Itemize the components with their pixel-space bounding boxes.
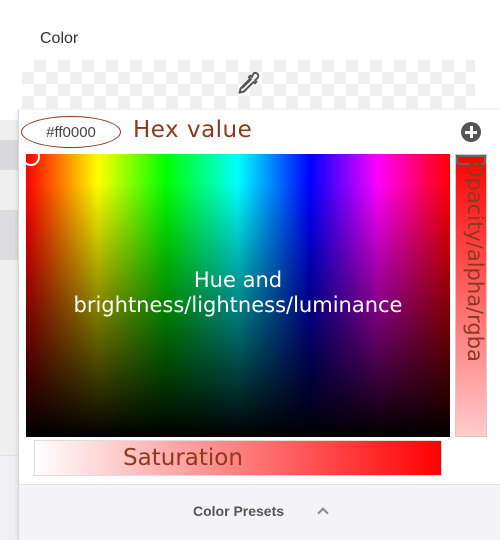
chevron-up-icon	[317, 507, 329, 519]
opacity-slider[interactable]: Opacity/alpha/rgba	[455, 154, 487, 437]
color-field-label: Color	[40, 30, 79, 47]
color-presets-label: Color Presets	[193, 503, 285, 519]
hue-annotation: Hue and brightness/lightness/luminance	[26, 268, 450, 318]
hue-annotation-line1: Hue and	[193, 268, 283, 292]
opacity-annotation: Opacity/alpha/rgba	[463, 161, 487, 362]
eyedropper-icon[interactable]	[234, 70, 262, 98]
color-picker-popup: #ff0000 Hex value Hue and brightness/lig…	[18, 110, 500, 540]
hex-row: #ff0000 Hex value	[19, 110, 500, 152]
saturation-annotation: Saturation	[123, 445, 243, 471]
hue-brightness-area[interactable]: Hue and brightness/lightness/luminance	[22, 148, 450, 437]
hex-value-annotation: Hex value	[133, 117, 253, 143]
hex-input[interactable]: #ff0000	[21, 116, 121, 148]
saturation-slider[interactable]: Saturation	[34, 440, 442, 476]
hue-annotation-line2: brightness/lightness/luminance	[73, 293, 403, 317]
hue-picker-handle[interactable]	[22, 148, 40, 166]
plus-circle-icon[interactable]	[461, 122, 481, 142]
color-presets-toggle[interactable]: Color Presets	[19, 484, 500, 540]
